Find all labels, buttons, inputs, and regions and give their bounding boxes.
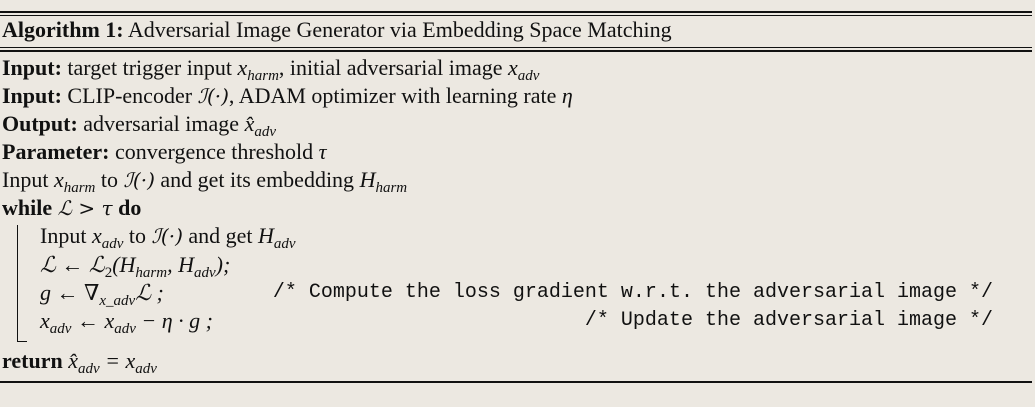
output-line: Output: adversarial image x̂adv <box>2 110 276 140</box>
keyword: Input: <box>2 55 62 80</box>
math: = x <box>105 348 136 373</box>
caption-rule-2 <box>0 50 1032 52</box>
keyword: Input: <box>2 83 62 108</box>
step-loss: ℒ ← ℒ2(Hharm, Hadv); <box>40 251 231 281</box>
algorithm-label: Algorithm 1: <box>2 17 124 42</box>
math: x <box>508 55 518 80</box>
math: (H <box>112 252 136 277</box>
math-sub: adv <box>193 265 216 281</box>
math: x <box>237 55 248 80</box>
top-rule-1 <box>0 11 1032 13</box>
algorithm-title: Adversarial Image Generator via Embeddin… <box>127 17 672 42</box>
step-update: xadv ← xadv − η · g ; <box>40 307 213 337</box>
math: x̂ <box>244 111 255 136</box>
text: adversarial image <box>83 111 240 136</box>
math-sub: adv <box>135 361 157 377</box>
text: , ADAM optimizer with learning rate <box>228 83 557 108</box>
math: x <box>91 223 102 248</box>
math-sub: adv <box>273 236 296 252</box>
math: ℒ ← ℒ <box>40 252 105 277</box>
while-block-bar <box>17 225 18 342</box>
text: CLIP-encoder <box>67 83 193 108</box>
math: τ <box>318 139 327 164</box>
step-embed-harm: Input x harm to ℐ(·) and get its embeddin… <box>2 166 408 196</box>
math: ← x <box>76 308 115 333</box>
keyword: Output: <box>2 111 78 136</box>
step-embed-adv: Input xadv to ℐ(·) and get Hadv <box>40 222 296 252</box>
parameter-line: Parameter: convergence threshold τ <box>2 138 327 166</box>
math: H <box>258 223 274 248</box>
math-sub: adv <box>77 361 100 377</box>
math: x <box>53 167 64 192</box>
text: to <box>128 223 147 248</box>
math: ℐ(·) <box>123 168 155 192</box>
math-sub: adv <box>49 321 72 337</box>
keyword: while <box>2 195 53 220</box>
algorithm-caption: Algorithm 1: Adversarial Image Generator… <box>2 16 672 44</box>
input-line-2: Input: CLIP-encoder ℐ(·), ADAM optimizer… <box>2 82 573 110</box>
text: to <box>100 167 119 192</box>
math: ℒ > τ <box>57 196 113 220</box>
math: x̂ <box>68 348 78 373</box>
math-sub: adv <box>114 321 136 337</box>
keyword: do <box>118 195 142 220</box>
text: and get its embedding <box>160 167 355 192</box>
comment-gradient: /* Compute the loss gradient w.r.t. the … <box>272 281 993 304</box>
math: − η · g ; <box>141 308 213 333</box>
math: η <box>561 83 573 108</box>
math: ℐ(·) <box>197 84 229 108</box>
math: , H <box>167 252 194 277</box>
math-sub: adv <box>101 236 124 252</box>
math-sub: harm <box>375 180 408 196</box>
text: convergence threshold <box>114 139 314 164</box>
math: ℐ(·) <box>151 224 183 248</box>
text: , initial adversarial image <box>278 55 503 80</box>
step-gradient: g ← ∇x_advℒ ; <box>40 279 164 309</box>
input-line-1: Input: target trigger input xharm, initi… <box>2 54 539 84</box>
keyword: return <box>2 348 63 373</box>
keyword: Parameter: <box>2 139 110 164</box>
caption-rule-1 <box>0 47 1032 48</box>
math: x <box>40 308 50 333</box>
while-block-end <box>17 341 27 342</box>
text: and get <box>188 223 253 248</box>
return-line: return x̂adv = xadv <box>2 347 157 377</box>
bottom-rule <box>0 381 1032 383</box>
text: Input <box>40 223 87 248</box>
comment-update: /* Update the adversarial image */ <box>584 309 993 332</box>
text: Input <box>2 167 49 192</box>
math: H <box>359 167 376 192</box>
while-line: while ℒ > τ do <box>2 194 141 222</box>
math: ); <box>215 252 231 277</box>
math: g ← ∇ <box>40 280 100 305</box>
text: target trigger input <box>67 55 232 80</box>
math: ℒ ; <box>135 280 164 305</box>
